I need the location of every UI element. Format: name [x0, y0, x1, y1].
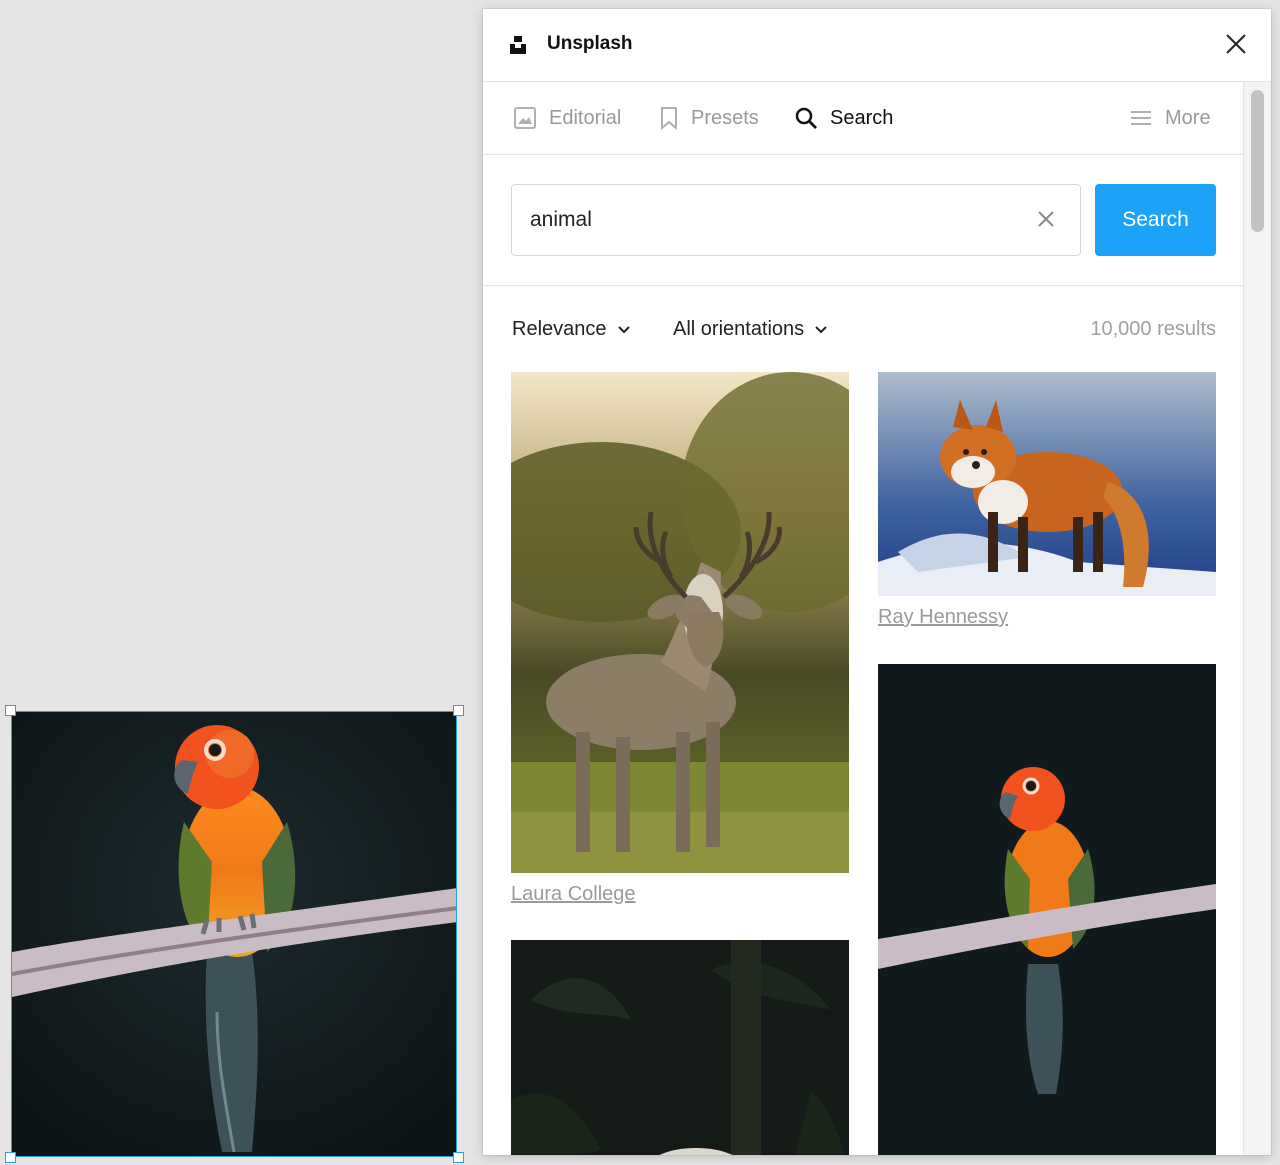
- tab-more-label: More: [1165, 106, 1211, 129]
- tab-presets[interactable]: Presets: [659, 104, 759, 132]
- tab-search[interactable]: Search: [794, 104, 893, 132]
- search-button[interactable]: Search: [1095, 184, 1216, 256]
- tab-bar: Editorial Presets Search More: [483, 82, 1244, 155]
- tab-editorial[interactable]: Editorial: [513, 104, 621, 132]
- resize-handle-bottom-left[interactable]: [5, 1152, 16, 1163]
- search-input[interactable]: [528, 185, 1012, 255]
- photo-credit-deer[interactable]: Laura College: [511, 883, 636, 906]
- unsplash-plugin-panel: Unsplash Editorial Presets Search More a…: [483, 9, 1271, 1155]
- orientation-dropdown-label: All orientations: [673, 318, 805, 340]
- plugin-content: Editorial Presets Search More animal Sea…: [483, 82, 1244, 1155]
- sort-dropdown-label: Relevance: [512, 318, 607, 340]
- sort-dropdown[interactable]: Relevance: [512, 318, 631, 341]
- scrollbar-thumb[interactable]: [1251, 90, 1264, 232]
- search-box: [511, 184, 1081, 256]
- image-icon: [514, 107, 536, 129]
- results-count: 10,000 results: [1090, 318, 1216, 340]
- chevron-down-icon: [815, 325, 827, 333]
- deer-image: [511, 372, 849, 873]
- photo-tiger[interactable]: [511, 940, 849, 1155]
- tiger-image: [511, 940, 849, 1155]
- search-icon: [795, 107, 817, 129]
- fox-image: [878, 372, 1216, 596]
- photo-credit-fox[interactable]: Ray Hennessy: [878, 606, 1008, 629]
- chevron-down-icon: [617, 325, 630, 333]
- resize-handle-top-right[interactable]: [453, 705, 464, 716]
- unsplash-logo-icon: [510, 36, 526, 54]
- photo-parrot[interactable]: [878, 664, 1216, 1155]
- resize-handle-top-left[interactable]: [5, 705, 16, 716]
- plugin-titlebar: Unsplash: [483, 9, 1271, 82]
- bookmark-icon: [661, 107, 677, 130]
- orientation-dropdown[interactable]: All orientations: [673, 318, 828, 341]
- tab-editorial-label: Editorial: [549, 106, 622, 129]
- tab-search-label: Search: [830, 106, 894, 129]
- canvas-selected-frame[interactable]: [11, 711, 457, 1157]
- tab-more[interactable]: More: [1129, 104, 1211, 132]
- search-row: Search: [483, 155, 1244, 286]
- menu-icon: [1131, 111, 1151, 125]
- close-icon[interactable]: [1223, 31, 1249, 57]
- scrollbar[interactable]: [1243, 82, 1271, 1155]
- tab-presets-label: Presets: [691, 106, 759, 129]
- filter-bar: Relevance All orientations 10,000 result…: [483, 286, 1244, 371]
- resize-handle-bottom-right[interactable]: [453, 1152, 464, 1163]
- plugin-title: Unsplash: [547, 33, 633, 54]
- parrot-image: [878, 664, 1216, 1155]
- parrot-image: [12, 712, 456, 1156]
- photo-fox[interactable]: [878, 372, 1216, 596]
- clear-search-icon[interactable]: [1036, 209, 1056, 229]
- photo-deer[interactable]: [511, 372, 849, 873]
